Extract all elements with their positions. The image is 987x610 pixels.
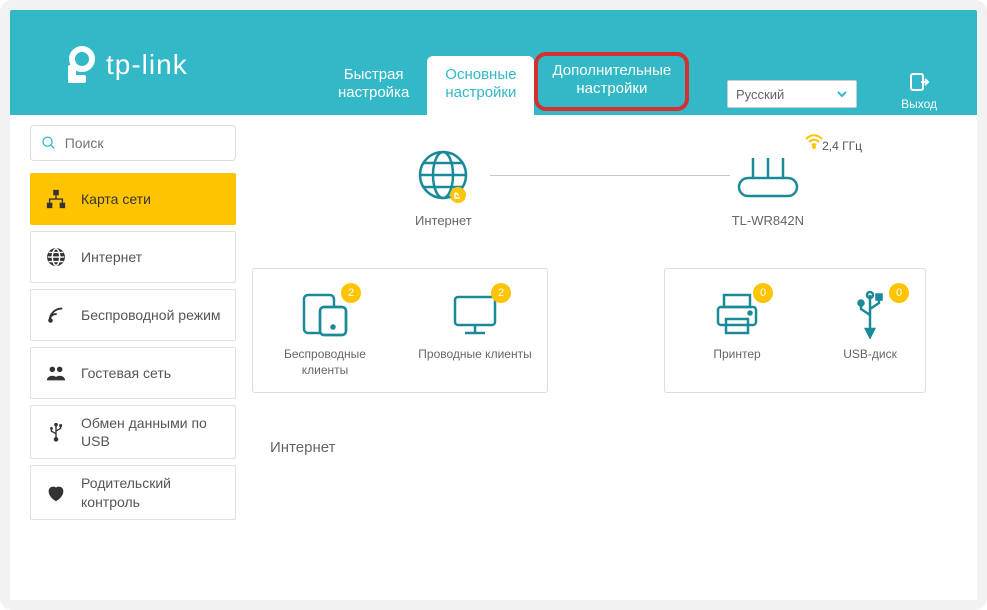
- wifi-icon: [45, 304, 67, 326]
- topology-internet-label: Интернет: [415, 213, 472, 228]
- usb-large-icon: [852, 289, 888, 339]
- frequency-label: 2,4 ГГц: [822, 139, 862, 153]
- search-box[interactable]: [30, 125, 236, 161]
- sidebar-item-guest[interactable]: Гостевая сеть: [30, 347, 236, 399]
- main-tabs: Быстрая настройка Основные настройки Доп…: [320, 52, 689, 116]
- brand-logo: tp-link: [60, 45, 188, 85]
- status-ok-icon: [450, 187, 466, 203]
- count-badge: 2: [491, 283, 511, 303]
- language-select[interactable]: Русский: [727, 80, 857, 108]
- sidebar-item-network-map[interactable]: Карта сети: [30, 173, 236, 225]
- usb-icon: [45, 421, 67, 443]
- tab-basic[interactable]: Основные настройки: [427, 56, 534, 116]
- chevron-down-icon: [836, 88, 848, 100]
- wifi-signal-icon: [804, 133, 824, 149]
- client-label: USB-диск: [825, 347, 915, 363]
- header-bar: tp-link Быстрая настройка Основные настр…: [10, 10, 977, 115]
- logout-icon: [907, 70, 931, 94]
- sidebar: Карта сети Интернет Беспроводной режим Г…: [10, 115, 242, 600]
- count-badge: 2: [341, 283, 361, 303]
- tab-advanced[interactable]: Дополнительные настройки: [534, 52, 689, 112]
- search-icon: [41, 134, 57, 152]
- guest-icon: [45, 362, 67, 384]
- clients-box-lan: 2 Беспроводные клиенты 2 Проводные клиен…: [252, 268, 548, 393]
- topology-router[interactable]: 2,4 ГГц TL-WR842N: [732, 145, 804, 228]
- client-wired[interactable]: 2 Проводные клиенты: [413, 287, 537, 378]
- main-content: Интернет 2,4 ГГц TL-WR842N: [242, 115, 977, 600]
- count-badge: 0: [889, 283, 909, 303]
- clients-box-usb: 0 Принтер 0 USB-диск: [664, 268, 926, 393]
- parental-icon: [45, 482, 67, 504]
- network-map-icon: [45, 188, 67, 210]
- client-wireless[interactable]: 2 Беспроводные клиенты: [263, 287, 387, 378]
- sidebar-item-internet[interactable]: Интернет: [30, 231, 236, 283]
- count-badge: 0: [753, 283, 773, 303]
- sidebar-item-label: Карта сети: [81, 190, 151, 208]
- brand-name: tp-link: [106, 49, 188, 81]
- globe-icon: [45, 246, 67, 268]
- section-internet-title: Интернет: [270, 439, 977, 456]
- sidebar-item-label: Гостевая сеть: [81, 364, 171, 382]
- logout-label: Выход: [901, 97, 937, 111]
- logout-button[interactable]: Выход: [901, 70, 937, 111]
- sidebar-item-wireless[interactable]: Беспроводной режим: [30, 289, 236, 341]
- language-value: Русский: [736, 87, 784, 102]
- search-input[interactable]: [65, 135, 225, 151]
- router-icon: [733, 150, 803, 200]
- client-label: Проводные клиенты: [413, 347, 537, 363]
- sidebar-item-usb[interactable]: Обмен данными по USB: [30, 405, 236, 459]
- topology-internet[interactable]: Интернет: [415, 145, 472, 228]
- client-usb-disk[interactable]: 0 USB-диск: [825, 287, 915, 378]
- sidebar-item-label: Беспроводной режим: [81, 306, 221, 324]
- client-printer[interactable]: 0 Принтер: [675, 287, 799, 378]
- sidebar-item-label: Интернет: [81, 248, 142, 266]
- sidebar-item-label: Обмен данными по USB: [81, 414, 221, 450]
- client-label: Принтер: [675, 347, 799, 363]
- sidebar-item-label: Родительский контроль: [81, 474, 221, 510]
- tab-quick-setup[interactable]: Быстрая настройка: [320, 56, 427, 116]
- tplink-logo-icon: [60, 45, 100, 85]
- client-label: Беспроводные клиенты: [263, 347, 387, 378]
- sidebar-item-parental[interactable]: Родительский контроль: [30, 465, 236, 519]
- router-model-label: TL-WR842N: [732, 213, 804, 228]
